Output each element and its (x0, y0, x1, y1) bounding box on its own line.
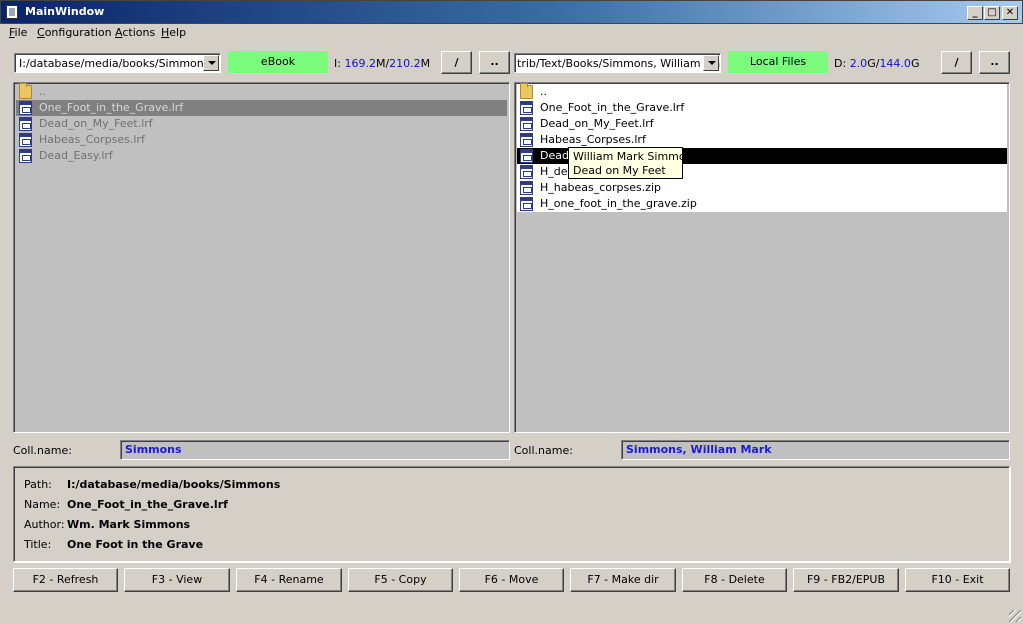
list-item[interactable]: H_one_foot_in_the_grave.zip (517, 196, 1007, 212)
left-root-button[interactable]: / (441, 51, 472, 74)
left-up-button[interactable]: .. (479, 51, 510, 74)
right-total-value: 144.0 (879, 57, 911, 70)
author-label: Author: (24, 518, 65, 531)
file-name: .. (39, 85, 46, 98)
menu-actions[interactable]: Actions (115, 26, 155, 39)
file-icon (520, 181, 533, 195)
tooltip-title: Dead on My Feet (573, 164, 666, 177)
menu-bar: File Configuration Actions Help (0, 24, 1023, 42)
list-item-selected[interactable]: One_Foot_in_the_Grave.lrf (16, 100, 507, 116)
left-coll-field[interactable]: Simmons (120, 440, 510, 460)
right-root-button[interactable]: / (941, 51, 972, 74)
maximize-button[interactable]: □ (984, 6, 1000, 20)
file-name: One_Foot_in_the_Grave.lrf (540, 101, 685, 114)
right-coll-label: Coll.name: (514, 444, 573, 457)
folder-icon (520, 83, 533, 99)
left-file-list[interactable]: .. One_Foot_in_the_Grave.lrf Dead_on_My_… (13, 82, 510, 433)
title-bar: MainWindow _ □ ✕ (0, 0, 1023, 24)
left-source-label: eBook (228, 51, 328, 73)
file-name: Dead (540, 149, 569, 162)
name-label: Name: (24, 498, 61, 511)
right-total-unit: G (910, 57, 920, 70)
minimize-button[interactable]: _ (967, 6, 983, 20)
make-dir-button[interactable]: F7 - Make dir (570, 568, 676, 592)
right-space-info: D: 2.0G/144.0G (834, 57, 919, 70)
right-path-combo[interactable]: trib/Text/Books/Simmons, William Mark (514, 53, 721, 73)
file-name: One_Foot_in_the_Grave.lrf (39, 101, 184, 114)
left-space-info: I: 169.2M/210.2M (334, 57, 430, 70)
fb2-epub-button[interactable]: F9 - FB2/EPUB (793, 568, 899, 592)
file-name: Dead_Easy.lrf (39, 149, 113, 162)
chevron-down-icon[interactable] (203, 55, 219, 71)
left-drive-label: I: (334, 57, 341, 70)
list-item[interactable]: One_Foot_in_the_Grave.lrf (517, 100, 1007, 116)
tooltip-author: William Mark Simmons (573, 150, 699, 163)
title-value: One Foot in the Grave (67, 538, 204, 551)
file-icon (520, 133, 533, 147)
app-icon (6, 5, 18, 19)
resize-grip-icon[interactable] (1009, 610, 1021, 622)
file-icon (520, 101, 533, 115)
file-name: H_one_foot_in_the_grave.zip (540, 197, 697, 210)
author-value: Wm. Mark Simmons (67, 518, 191, 531)
folder-icon (19, 83, 32, 99)
list-item[interactable]: Dead_on_My_Feet.lrf (517, 116, 1007, 132)
left-free-value: 169.2 (344, 57, 376, 70)
right-free-unit: G (867, 57, 876, 70)
file-name: H_habeas_corpses.zip (540, 181, 662, 194)
copy-button[interactable]: F5 - Copy (348, 568, 453, 592)
rename-button[interactable]: F4 - Rename (236, 568, 342, 592)
refresh-button[interactable]: F2 - Refresh (13, 568, 118, 592)
file-icon (520, 117, 533, 131)
left-coll-label: Coll.name: (13, 444, 72, 457)
file-icon (19, 133, 32, 147)
list-item[interactable]: H_habeas_corpses.zip (517, 180, 1007, 196)
left-total-unit: M (420, 57, 431, 70)
path-value: I:/database/media/books/Simmons (67, 478, 281, 491)
chevron-down-icon[interactable] (703, 55, 719, 71)
list-item[interactable]: .. (16, 83, 507, 100)
path-label: Path: (24, 478, 52, 491)
list-item[interactable]: Dead_on_My_Feet.lrf (16, 116, 507, 132)
file-name: Habeas_Corpses.lrf (39, 133, 145, 146)
menu-configuration[interactable]: Configuration (37, 26, 112, 39)
left-path-value: I:/database/media/books/Simmons (19, 57, 210, 70)
name-value: One_Foot_in_the_Grave.lrf (67, 498, 228, 511)
right-source-label: Local Files (728, 51, 828, 73)
file-name: Dead_on_My_Feet.lrf (39, 117, 153, 130)
file-name: .. (540, 85, 547, 98)
exit-button[interactable]: F10 - Exit (905, 568, 1010, 592)
file-icon (19, 117, 32, 131)
right-free-value: 2.0 (849, 57, 868, 70)
menu-help[interactable]: Help (161, 26, 186, 39)
close-button[interactable]: ✕ (1002, 6, 1018, 20)
list-item[interactable]: .. (517, 83, 1007, 100)
file-icon (520, 165, 533, 179)
right-up-button[interactable]: .. (979, 51, 1010, 74)
right-coll-field[interactable]: Simmons, William Mark (621, 440, 1010, 460)
delete-button[interactable]: F8 - Delete (682, 568, 787, 592)
move-button[interactable]: F6 - Move (459, 568, 564, 592)
file-name: Habeas_Corpses.lrf (540, 133, 646, 146)
left-total-value: 210.2 (389, 57, 421, 70)
file-info-panel: Path: I:/database/media/books/Simmons Na… (13, 466, 1010, 562)
window-title: MainWindow (25, 5, 105, 18)
view-button[interactable]: F3 - View (124, 568, 230, 592)
right-path-value: trib/Text/Books/Simmons, William Mark (517, 57, 721, 70)
file-icon (19, 101, 32, 115)
title-label: Title: (24, 538, 52, 551)
right-file-list[interactable]: .. One_Foot_in_the_Grave.lrf Dead_on_My_… (514, 82, 1010, 433)
list-item[interactable]: Habeas_Corpses.lrf (16, 132, 507, 148)
list-item[interactable]: Dead_Easy.lrf (16, 148, 507, 164)
menu-file[interactable]: File (9, 26, 27, 39)
tooltip: William Mark Simmons Dead on My Feet (568, 147, 698, 179)
file-name: Dead_on_My_Feet.lrf (540, 117, 654, 130)
file-icon (520, 197, 533, 211)
list-item[interactable]: Habeas_Corpses.lrf (517, 132, 1007, 148)
file-icon (520, 149, 533, 163)
left-path-combo[interactable]: I:/database/media/books/Simmons (14, 53, 221, 73)
right-drive-label: D: (834, 57, 847, 70)
file-icon (19, 149, 32, 163)
